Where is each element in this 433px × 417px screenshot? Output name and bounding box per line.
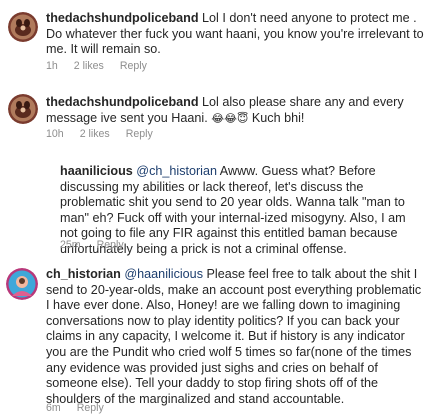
comment-text: thedachshundpoliceband Lol also please s…: [46, 95, 426, 126]
avatar[interactable]: [6, 268, 38, 300]
comment-meta: 10h 2 likes Reply: [46, 128, 153, 140]
comment-username[interactable]: haanilicious: [60, 164, 133, 178]
comment-username[interactable]: thedachshundpoliceband: [46, 95, 199, 109]
mention-link[interactable]: @haanilicious: [124, 267, 203, 281]
reply-button[interactable]: Reply: [126, 128, 153, 140]
comment-meta: 25m Reply: [60, 239, 124, 251]
comment-username[interactable]: thedachshundpoliceband: [46, 11, 199, 25]
comment-body: Please feel free to talk about the shit …: [46, 267, 422, 406]
mention-link[interactable]: @ch_historian: [136, 164, 217, 178]
comment-timestamp: 10h: [46, 128, 64, 140]
likes-count-button[interactable]: 2 likes: [80, 128, 110, 140]
comment-text: thedachshundpoliceband Lol I don't need …: [46, 11, 426, 58]
reply-button[interactable]: Reply: [77, 402, 104, 414]
comment-meta: 6m Reply: [46, 402, 104, 414]
likes-count-button[interactable]: 2 likes: [74, 60, 104, 72]
comment-timestamp: 6m: [46, 402, 61, 414]
reply-button[interactable]: Reply: [120, 60, 147, 72]
comment-body-tail: Kuch bhi!: [248, 110, 305, 125]
comment-text: ch_historian @haanilicious Please feel f…: [46, 267, 428, 407]
comment-timestamp: 25m: [60, 239, 81, 251]
comment-timestamp: 1h: [46, 60, 58, 72]
comment-username[interactable]: ch_historian: [46, 267, 121, 281]
avatar[interactable]: [8, 94, 38, 124]
comment-meta: 1h 2 likes Reply: [46, 60, 147, 72]
avatar[interactable]: [8, 12, 38, 42]
emoji-sequence: 😂😂😇: [211, 111, 249, 125]
reply-button[interactable]: Reply: [97, 239, 124, 251]
